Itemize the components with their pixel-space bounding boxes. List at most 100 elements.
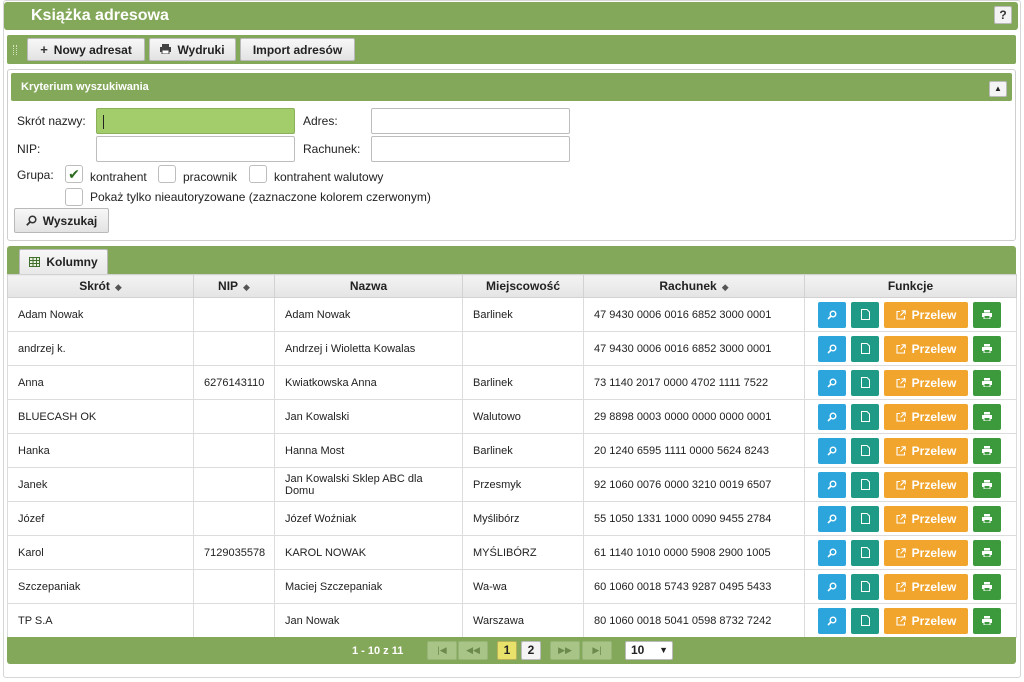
- transfer-button[interactable]: Przelew: [884, 301, 968, 328]
- cell-name: Jan Nowak: [274, 603, 463, 638]
- search-button[interactable]: Wyszukaj: [14, 208, 109, 233]
- printer-icon: [982, 514, 992, 523]
- table-row[interactable]: Janek Jan Kowalski Sklep ABC dla Domu Prze…: [7, 467, 1017, 502]
- table-row[interactable]: TP S.A Jan Nowak Warszawa 80 1060 0018 5041…: [7, 603, 1017, 638]
- preview-button[interactable]: [818, 437, 846, 464]
- columns-button[interactable]: Kolumny: [19, 249, 108, 274]
- preview-button[interactable]: [818, 403, 846, 430]
- page-size-select[interactable]: 10 ▼: [625, 641, 673, 660]
- cell-nip: 6276143110: [193, 365, 275, 400]
- document-button[interactable]: [851, 573, 879, 600]
- checkbox-contractor[interactable]: ✔: [65, 165, 83, 183]
- text-caret: [103, 115, 104, 129]
- transfer-button[interactable]: Przelew: [884, 505, 968, 532]
- document-button[interactable]: [851, 539, 879, 566]
- printer-icon: [160, 42, 172, 57]
- document-button[interactable]: [851, 471, 879, 498]
- print-button[interactable]: [973, 403, 1001, 430]
- first-page-button[interactable]: |◀: [427, 641, 457, 660]
- document-button[interactable]: [851, 607, 879, 634]
- document-button[interactable]: [851, 369, 879, 396]
- checkbox-employee[interactable]: [158, 165, 176, 183]
- preview-button[interactable]: [818, 471, 846, 498]
- page-1-button[interactable]: 1: [497, 641, 517, 660]
- preview-button[interactable]: [818, 369, 846, 396]
- table-row[interactable]: andrzej k. Andrzej i Wioletta Kowalas 47 9…: [7, 331, 1017, 366]
- table-row[interactable]: Józef Józef Woźniak Myślibórz 55 1050 1331 …: [7, 501, 1017, 536]
- cell-shortname: Karol: [7, 535, 194, 570]
- table-row[interactable]: BLUECASH OK Jan Kowalski Walutowo 29 8898 0…: [7, 399, 1017, 434]
- account-input[interactable]: [371, 136, 570, 162]
- printouts-button[interactable]: Wydruki: [149, 38, 236, 61]
- address-input[interactable]: [371, 108, 570, 134]
- table-row[interactable]: Hanka Hanna Most Barlinek 20 1240 6595 1111…: [7, 433, 1017, 468]
- preview-button[interactable]: [818, 539, 846, 566]
- transfer-label: Przelew: [911, 307, 957, 322]
- transfer-button[interactable]: Przelew: [884, 607, 968, 634]
- table-row[interactable]: Anna 6276143110 Kwiatkowska Anna Barlinek 73…: [7, 365, 1017, 400]
- print-button[interactable]: [973, 539, 1001, 566]
- transfer-button[interactable]: Przelew: [884, 539, 968, 566]
- print-button[interactable]: [973, 505, 1001, 532]
- document-icon: [860, 615, 870, 626]
- print-button[interactable]: [973, 335, 1001, 362]
- cell-functions: Przelew: [804, 365, 1017, 400]
- preview-button[interactable]: [818, 301, 846, 328]
- import-addresses-button[interactable]: Import adresów: [240, 38, 355, 61]
- document-button[interactable]: [851, 505, 879, 532]
- checkbox-unauthorized-only[interactable]: [65, 188, 83, 206]
- transfer-label: Przelew: [911, 477, 957, 492]
- new-addressee-button[interactable]: + Nowy adresat: [27, 38, 145, 61]
- transfer-label: Przelew: [911, 613, 957, 628]
- cell-account: 73 1140 2017 0000 4702 1111 7522: [583, 365, 805, 400]
- nip-input[interactable]: [96, 136, 295, 162]
- preview-button[interactable]: [818, 335, 846, 362]
- transfer-button[interactable]: Przelew: [884, 573, 968, 600]
- print-button[interactable]: [973, 301, 1001, 328]
- table-row[interactable]: Adam Nowak Adam Nowak Barlinek 47 9430 0006…: [7, 297, 1017, 332]
- magnifier-icon: [827, 616, 837, 626]
- document-button[interactable]: [851, 437, 879, 464]
- transfer-button[interactable]: Przelew: [884, 369, 968, 396]
- collapse-button[interactable]: ▲: [989, 81, 1007, 97]
- transfer-button[interactable]: Przelew: [884, 471, 968, 498]
- preview-button[interactable]: [818, 505, 846, 532]
- cell-account: 92 1060 0076 0000 3210 0019 6507: [583, 467, 805, 502]
- help-button[interactable]: ?: [994, 6, 1012, 24]
- group-label: Grupa:: [17, 168, 54, 182]
- print-button[interactable]: [973, 437, 1001, 464]
- document-button[interactable]: [851, 301, 879, 328]
- next-page-button[interactable]: ▶▶: [550, 641, 580, 660]
- document-button[interactable]: [851, 403, 879, 430]
- cell-nip: [193, 297, 275, 332]
- transfer-button[interactable]: Przelew: [884, 335, 968, 362]
- transfer-button[interactable]: Przelew: [884, 437, 968, 464]
- cell-name: KAROL NOWAK: [274, 535, 463, 570]
- transfer-button[interactable]: Przelew: [884, 403, 968, 430]
- print-button[interactable]: [973, 471, 1001, 498]
- printer-icon: [982, 548, 992, 557]
- cell-nip: [193, 399, 275, 434]
- column-header-account[interactable]: Rachunek ◆: [583, 274, 805, 298]
- prev-page-button[interactable]: ◀◀: [458, 641, 488, 660]
- print-button[interactable]: [973, 369, 1001, 396]
- page-2-button[interactable]: 2: [521, 641, 541, 660]
- checkbox-currency-contractor[interactable]: [249, 165, 267, 183]
- column-header-shortname[interactable]: Skrót ◆: [7, 274, 194, 298]
- table-row[interactable]: Szczepaniak Maciej Szczepaniak Wa-wa 60 106…: [7, 569, 1017, 604]
- last-page-button[interactable]: ▶|: [582, 641, 612, 660]
- cell-functions: Przelew: [804, 399, 1017, 434]
- document-icon: [860, 445, 870, 456]
- pagination-info: 1 - 10 z 11: [352, 645, 404, 657]
- table-row[interactable]: Karol 7129035578 KAROL NOWAK MYŚLIBÓRZ 61 11…: [7, 535, 1017, 570]
- nip-label: NIP:: [17, 142, 41, 156]
- shortname-input[interactable]: [96, 108, 295, 134]
- column-header-nip[interactable]: NIP ◆: [193, 274, 275, 298]
- preview-button[interactable]: [818, 607, 846, 634]
- transfer-label: Przelew: [911, 545, 957, 560]
- toolbar-grip-icon[interactable]: [13, 45, 17, 55]
- print-button[interactable]: [973, 573, 1001, 600]
- preview-button[interactable]: [818, 573, 846, 600]
- print-button[interactable]: [973, 607, 1001, 634]
- document-button[interactable]: [851, 335, 879, 362]
